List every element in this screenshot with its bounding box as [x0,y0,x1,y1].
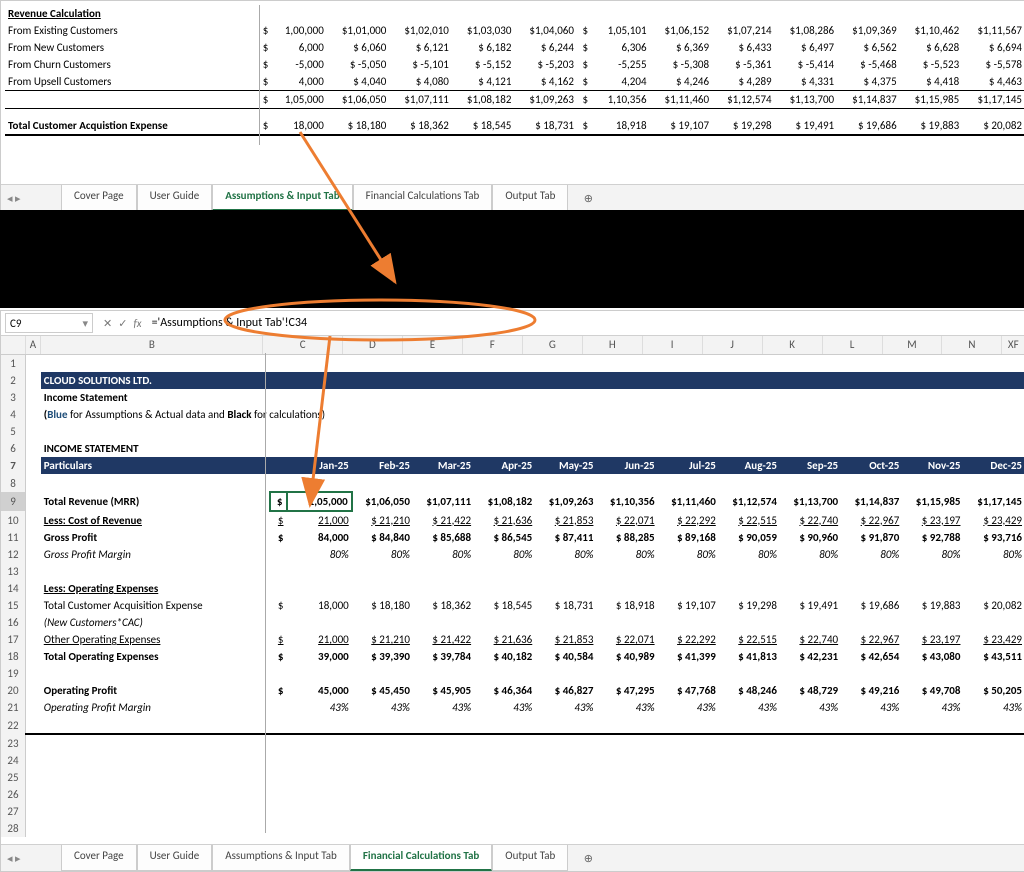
tab-output[interactable]: Output Tab [492,185,568,211]
tab-nav-arrows[interactable]: ◂ ▸ [7,845,21,871]
table-row: From New Customers $6,000 $ 6,060$ 6,121… [1,39,1024,56]
column-headers: A B C D E F G H I J K L M N XF [1,336,1024,355]
separator [0,210,1024,308]
table-header: 7 Particulars Jan-25 Feb-25Mar-25Apr-25M… [1,457,1024,474]
table-row: 9 Total Revenue (MRR) $1,05,000 $1,06,05… [1,492,1024,511]
tab-user-guide[interactable]: User Guide [137,845,213,871]
tab-financial-calc[interactable]: Financial Calculations Tab [350,845,492,871]
tab-financial-calc[interactable]: Financial Calculations Tab [353,185,493,211]
add-sheet-button[interactable]: ⊕ [574,845,602,871]
section-title: Revenue Calculation [5,5,257,22]
subtitle: Income Statement [41,389,1024,406]
financial-calc-pane: C9▾ ✕ ✓ fx ='Assumptions & Input Tab'!C3… [0,310,1024,872]
sheet-tabbar-top: ◂ ▸ Cover Page User Guide Assumptions & … [1,184,1024,211]
accept-icon[interactable]: ✓ [118,317,127,330]
table-row: 21 Operating Profit Margin 43%43%43%43%4… [1,699,1024,716]
table-row: 12 Gross Profit Margin 80%80%80%80%80%80… [1,546,1024,563]
name-box[interactable]: C9▾ [5,313,93,333]
assumptions-pane: Revenue Calculation From Existing Custom… [0,0,1024,212]
tab-user-guide[interactable]: User Guide [137,185,213,211]
chevron-down-icon[interactable]: ▾ [82,317,88,330]
table-row: 20 Operating Profit $45,000 $ 45,450$ 45… [1,682,1024,699]
table-row: From Existing Customers $1,00,000 $1,01,… [1,22,1024,39]
formula-bar: C9▾ ✕ ✓ fx ='Assumptions & Input Tab'!C3… [1,311,1024,336]
tab-assumptions[interactable]: Assumptions & Input Tab [212,185,352,211]
cancel-icon[interactable]: ✕ [103,317,112,330]
company-title: CLOUD SOLUTIONS LTD. [41,372,1024,389]
table-row: 11 Gross Profit $84,000 $ 84,840$ 85,688… [1,529,1024,546]
formula-input[interactable]: ='Assumptions & Input Tab'!C34 [148,316,1024,330]
table-row: 10 Less: Cost of Revenue $21,000 $ 21,21… [1,511,1024,529]
table-row: Total Customer Acquistion Expense $18,00… [1,117,1024,135]
sheet-tabbar-bottom: ◂ ▸ Cover Page User Guide Assumptions & … [1,844,1024,871]
selected-cell[interactable]: 1,05,000 [287,492,352,511]
table-row: $1,05,000 $1,06,050$1,07,111$1,08,182$1,… [1,91,1024,109]
fx-icon[interactable]: fx [133,317,141,330]
section-income-stmt: INCOME STATEMENT [41,440,1024,457]
table-row: From Upsell Customers $4,000 $ 4,040$ 4,… [1,73,1024,91]
table-row: 15 Total Customer Acquisition Expense $1… [1,597,1024,614]
tab-assumptions[interactable]: Assumptions & Input Tab [212,845,350,871]
tab-nav-arrows[interactable]: ◂ ▸ [7,185,21,211]
tab-cover-page[interactable]: Cover Page [61,185,137,211]
add-sheet-button[interactable]: ⊕ [574,185,602,211]
legend: (Blue for Assumptions & Actual data and … [41,406,1024,423]
tab-cover-page[interactable]: Cover Page [61,845,137,871]
table-row: 17 Other Operating Expenses $21,000 $ 21… [1,631,1024,648]
table-row: From Churn Customers $-5,000 $ -5,050$ -… [1,56,1024,73]
tab-output[interactable]: Output Tab [492,845,568,871]
table-row: 18 Total Operating Expenses $39,000 $ 39… [1,648,1024,665]
